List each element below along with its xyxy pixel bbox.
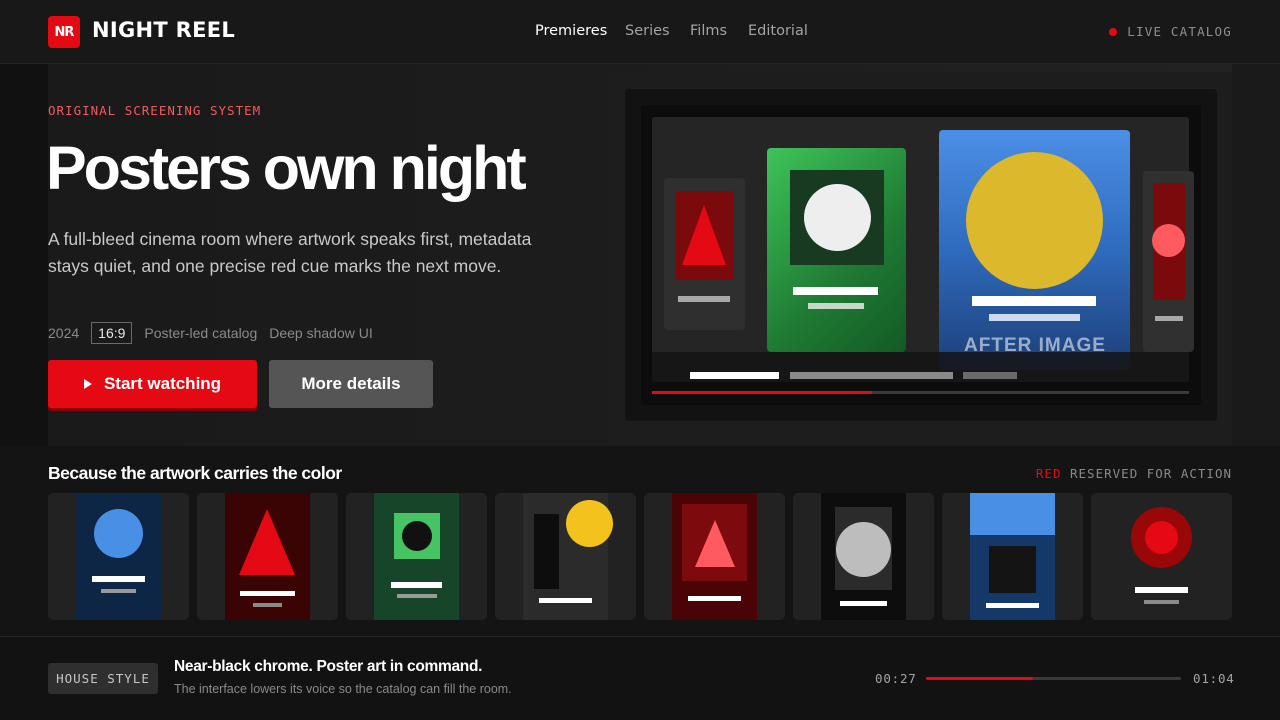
poster-title-bar	[688, 596, 741, 601]
time-total: 01:04	[1193, 671, 1235, 686]
circle-icon	[1152, 224, 1185, 257]
nav-premieres[interactable]: Premieres	[535, 23, 607, 39]
logo-badge[interactable]: NR	[48, 16, 80, 48]
hero-meta: 2024 16:9 Poster-led catalog Deep shadow…	[48, 322, 373, 344]
hero-description: A full-bleed cinema room where artwork s…	[48, 229, 532, 276]
poster-card-5[interactable]	[644, 493, 785, 620]
meta-tag-ui: Deep shadow UI	[269, 325, 373, 341]
poster-card-1[interactable]	[48, 493, 189, 620]
poster-caption-bar	[989, 314, 1080, 321]
sun-icon	[966, 152, 1103, 289]
poster-art	[76, 493, 161, 620]
footer-subtitle: The interface lowers its voice so the ca…	[174, 682, 512, 696]
meta-ratio-badge: 16:9	[91, 322, 133, 344]
poster-title-bar	[793, 287, 878, 295]
poster-caption-bar	[397, 594, 437, 598]
poster-caption-bar	[808, 303, 864, 309]
meta-year: 2024	[48, 325, 80, 341]
poster-card-6[interactable]	[793, 493, 934, 620]
poster-title-bar	[391, 582, 442, 588]
circle-icon	[402, 521, 432, 551]
poster-art	[225, 493, 310, 620]
circle-icon	[94, 509, 143, 558]
poster-title-bar	[986, 603, 1039, 608]
poster-title-bar	[840, 601, 887, 606]
house-style-chip: HOUSE STYLE	[48, 663, 158, 694]
poster-caption-bar	[678, 296, 730, 302]
poster-art	[821, 493, 906, 620]
poster-title-bar	[539, 598, 592, 603]
row-note-rest: RESERVED FOR ACTION	[1061, 466, 1232, 481]
screen-progress-fill	[652, 391, 873, 394]
poster-art	[374, 493, 459, 620]
circle-icon	[804, 184, 871, 251]
poster-title-bar	[92, 576, 145, 582]
hero-left-edge	[0, 64, 48, 446]
start-watching-label: Start watching	[103, 374, 222, 393]
live-dot-icon	[1109, 27, 1118, 36]
more-details-button[interactable]: More details	[269, 360, 433, 408]
poster-card-2[interactable]	[197, 493, 338, 620]
poster-card-7[interactable]	[942, 493, 1083, 620]
row-note-red: RED	[1035, 466, 1062, 481]
screen-caption-extra	[963, 372, 1017, 379]
triangle-icon	[682, 205, 726, 265]
screen-poster-left[interactable]	[664, 178, 745, 330]
screen-poster-featured[interactable]	[939, 130, 1130, 370]
poster-art	[970, 493, 1055, 620]
poster-art	[672, 493, 757, 620]
poster-card-4[interactable]	[495, 493, 636, 620]
nav-films[interactable]: Films	[690, 23, 727, 39]
hero-right-edge	[1232, 64, 1280, 446]
triangle-icon	[695, 520, 735, 567]
nav-editorial[interactable]: Editorial	[748, 23, 808, 39]
playback-progress-track[interactable]	[926, 677, 1181, 680]
sun-icon	[566, 500, 613, 547]
playback-progress-fill	[926, 677, 1034, 680]
screen-caption-meta	[790, 372, 953, 379]
screen-poster-right[interactable]	[1143, 171, 1194, 352]
poster-caption-bar	[101, 589, 136, 593]
start-watching-button[interactable]: Start watching	[48, 360, 257, 408]
screen-poster-green[interactable]	[767, 148, 906, 352]
meta-tag-catalog: Poster-led catalog	[144, 325, 258, 341]
pillar-icon	[534, 514, 559, 589]
row-note: RED RESERVED FOR ACTION	[1036, 466, 1232, 481]
live-label: LIVE CATALOG	[1127, 24, 1232, 39]
poster-title-bar	[240, 591, 295, 596]
sky-block	[970, 493, 1055, 535]
footer-title: Near-black chrome. Poster art in command…	[174, 658, 483, 675]
nav-series[interactable]: Series	[625, 23, 670, 39]
hero-title: Posters own night	[46, 134, 527, 202]
triangle-icon	[239, 509, 295, 575]
poster-title-bar	[972, 296, 1096, 306]
hero-eyebrow: ORIGINAL SCREENING SYSTEM	[48, 103, 262, 118]
circle-icon	[836, 522, 891, 577]
square-icon	[989, 546, 1036, 593]
circle-icon	[1145, 521, 1178, 554]
poster-caption-bar	[1144, 600, 1179, 604]
poster-card-8[interactable]	[1091, 493, 1232, 620]
time-current: 00:27	[875, 671, 917, 686]
brand-name[interactable]: NIGHT REEL	[92, 18, 235, 42]
poster-art	[523, 493, 613, 620]
poster-art	[1119, 493, 1204, 620]
screen-caption-title	[690, 372, 779, 379]
poster-caption-bar	[1155, 316, 1183, 321]
poster-title-bar	[1135, 587, 1188, 593]
poster-card-3[interactable]	[346, 493, 487, 620]
live-catalog-indicator: LIVE CATALOG	[1109, 24, 1232, 39]
play-icon	[83, 379, 92, 389]
poster-caption-bar	[253, 603, 282, 607]
row-title: Because the artwork carries the color	[48, 463, 342, 483]
